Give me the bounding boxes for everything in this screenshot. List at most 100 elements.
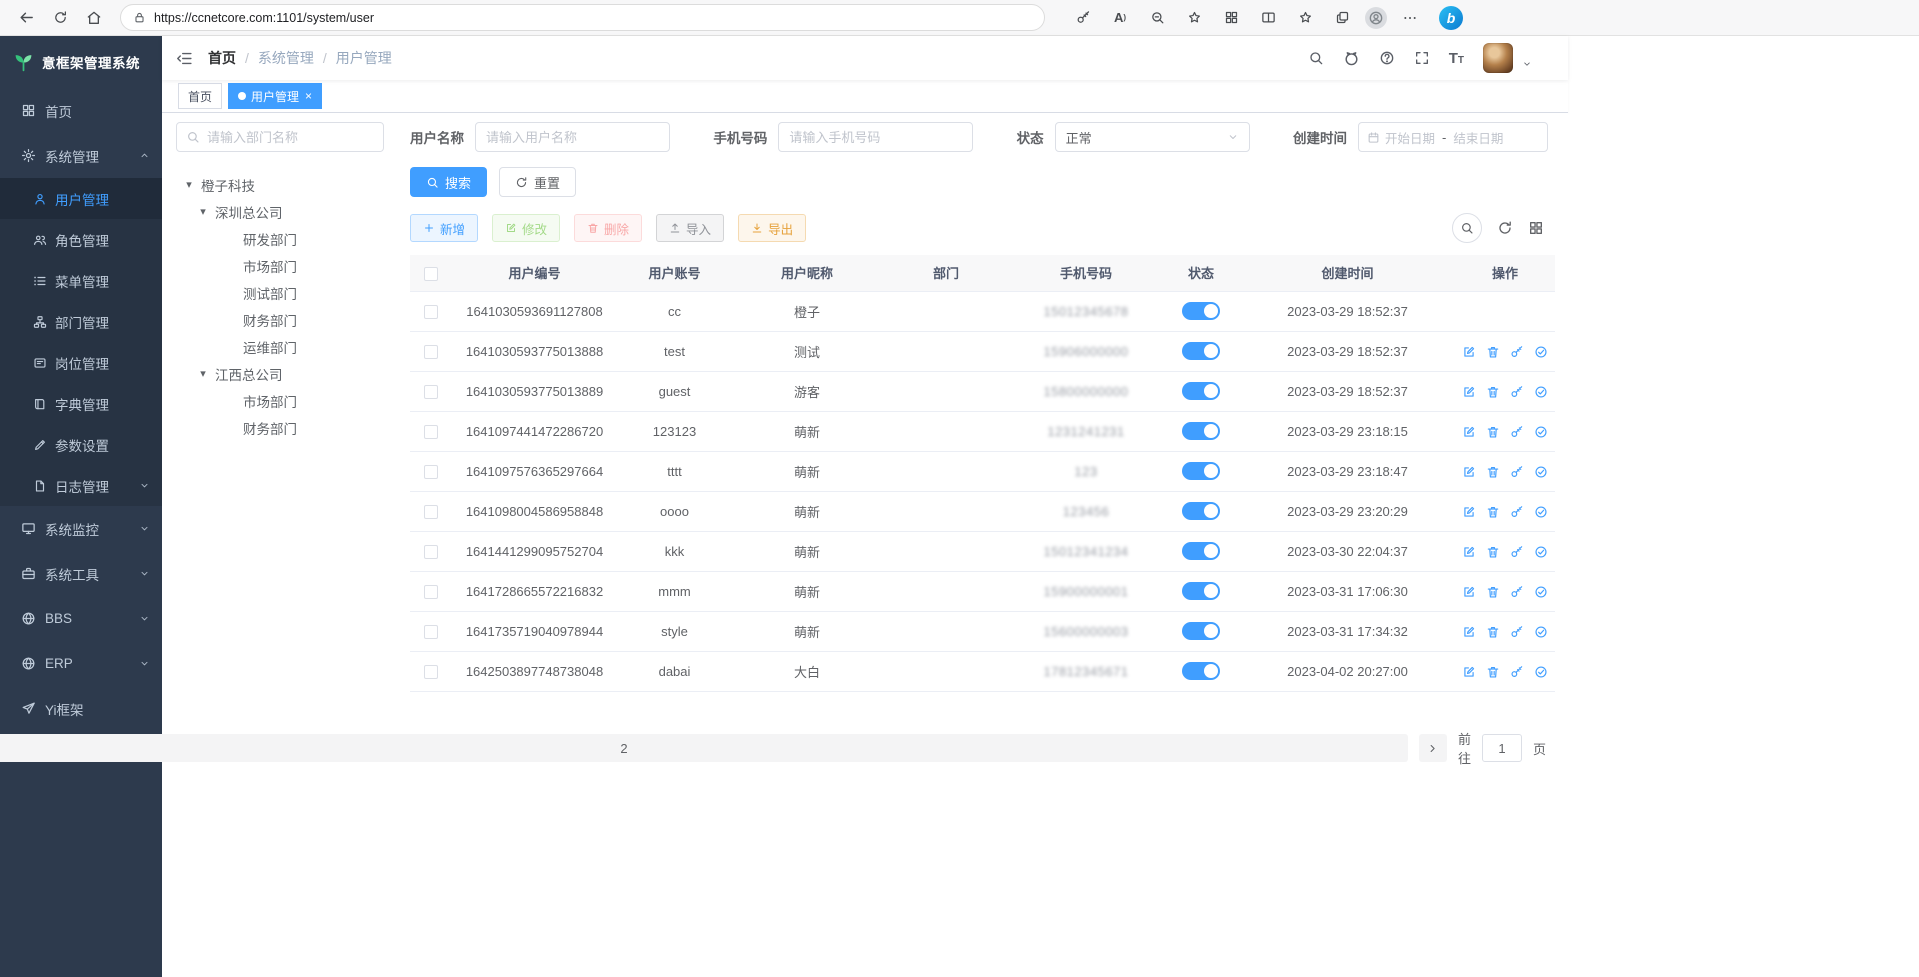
edit-row-button[interactable] [1462,465,1476,479]
column-settings-button[interactable] [1528,220,1544,236]
tree-node[interactable]: 测试部门 [176,279,384,306]
reset-password-button[interactable] [1510,625,1524,639]
reload-button[interactable] [44,4,76,32]
favorites-button[interactable] [1291,4,1319,32]
sidebar-item-system-monitor[interactable]: 系统监控 [0,506,162,551]
row-checkbox[interactable] [424,305,438,319]
status-toggle[interactable] [1182,382,1220,400]
goto-page-input[interactable] [1482,734,1522,762]
reset-password-button[interactable] [1510,465,1524,479]
reset-password-button[interactable] [1510,665,1524,679]
add-button[interactable]: 新增 [410,214,478,242]
row-checkbox[interactable] [424,345,438,359]
extensions-button[interactable] [1217,4,1245,32]
status-toggle[interactable] [1182,622,1220,640]
favorites-add-button[interactable] [1180,4,1208,32]
username-input[interactable] [486,130,659,145]
assign-role-button[interactable] [1534,345,1548,359]
sidebar-item-home[interactable]: 首页 [0,88,162,133]
reset-password-button[interactable] [1510,545,1524,559]
edit-row-button[interactable] [1462,665,1476,679]
tree-node[interactable]: ▾深圳总公司 [176,198,384,225]
status-toggle[interactable] [1182,462,1220,480]
row-checkbox[interactable] [424,425,438,439]
reset-password-button[interactable] [1510,505,1524,519]
reset-password-button[interactable] [1510,585,1524,599]
caret-down-icon[interactable]: ▾ [196,367,210,380]
edit-row-button[interactable] [1462,385,1476,399]
reset-password-button[interactable] [1510,385,1524,399]
assign-role-button[interactable] [1534,465,1548,479]
sidebar-toggle-button[interactable] [176,50,193,67]
tree-node[interactable]: 市场部门 [176,252,384,279]
tree-node[interactable]: 研发部门 [176,225,384,252]
row-checkbox[interactable] [424,665,438,679]
delete-row-button[interactable] [1486,505,1500,519]
fullscreen-button[interactable] [1414,50,1430,66]
user-avatar[interactable] [1483,43,1513,73]
edit-row-button[interactable] [1462,345,1476,359]
sidebar-item-yi-framework[interactable]: Yi框架 [0,686,162,731]
tab-user-management[interactable]: 用户管理× [228,83,322,109]
sidebar-item-post-management[interactable]: 岗位管理 [0,342,162,383]
assign-role-button[interactable] [1534,385,1548,399]
assign-role-button[interactable] [1534,625,1548,639]
reset-password-button[interactable] [1510,345,1524,359]
docs-help-button[interactable] [1379,50,1395,66]
sidebar-item-dept-management[interactable]: 部门管理 [0,301,162,342]
edit-row-button[interactable] [1462,545,1476,559]
edit-button[interactable]: 修改 [492,214,560,242]
row-checkbox[interactable] [424,545,438,559]
delete-row-button[interactable] [1486,545,1500,559]
delete-row-button[interactable] [1486,585,1500,599]
back-button[interactable] [10,4,42,32]
page-button-2[interactable]: 2 [0,734,1408,762]
search-button[interactable]: 搜索 [410,167,487,197]
select-all-checkbox[interactable] [424,267,438,281]
row-checkbox[interactable] [424,385,438,399]
edit-row-button[interactable] [1462,585,1476,599]
assign-role-button[interactable] [1534,425,1548,439]
bing-chat-button[interactable]: b [1439,6,1463,30]
font-size-button[interactable]: TT [1449,51,1464,66]
tree-node[interactable]: ▾橙子科技 [176,171,384,198]
row-checkbox[interactable] [424,625,438,639]
row-checkbox[interactable] [424,585,438,599]
edit-row-button[interactable] [1462,625,1476,639]
github-button[interactable] [1343,50,1360,67]
sidebar-item-bbs[interactable]: BBS [0,596,162,641]
breadcrumb-item[interactable]: 首页 [208,48,236,68]
sidebar-item-erp[interactable]: ERP [0,641,162,686]
delete-row-button[interactable] [1486,385,1500,399]
password-key-button[interactable] [1069,4,1097,32]
browser-home-button[interactable] [78,4,110,32]
status-select[interactable]: 正常 [1055,122,1250,152]
reset-password-button[interactable] [1510,425,1524,439]
tree-node[interactable]: 市场部门 [176,387,384,414]
sidebar-item-dict-management[interactable]: 字典管理 [0,383,162,424]
read-aloud-button[interactable]: A) [1106,4,1134,32]
status-toggle[interactable] [1182,422,1220,440]
status-toggle[interactable] [1182,582,1220,600]
export-button[interactable]: 导出 [738,214,806,242]
row-checkbox[interactable] [424,505,438,519]
assign-role-button[interactable] [1534,585,1548,599]
assign-role-button[interactable] [1534,505,1548,519]
edit-row-button[interactable] [1462,425,1476,439]
sidebar-item-user-management[interactable]: 用户管理 [0,178,162,219]
status-toggle[interactable] [1182,502,1220,520]
close-icon[interactable]: × [305,89,312,103]
status-toggle[interactable] [1182,302,1220,320]
refresh-table-button[interactable] [1497,220,1513,236]
sidebar-item-log-management[interactable]: 日志管理 [0,465,162,506]
dept-search-input[interactable] [207,130,374,145]
zoom-button[interactable] [1143,4,1171,32]
sidebar-item-role-management[interactable]: 角色管理 [0,219,162,260]
toggle-search-button[interactable] [1452,213,1482,243]
browser-menu-button[interactable] [1396,4,1424,32]
date-range-picker[interactable]: 开始日期 - 结束日期 [1358,122,1548,152]
tree-node[interactable]: 财务部门 [176,414,384,441]
assign-role-button[interactable] [1534,545,1548,559]
header-search-button[interactable] [1308,50,1324,66]
assign-role-button[interactable] [1534,665,1548,679]
